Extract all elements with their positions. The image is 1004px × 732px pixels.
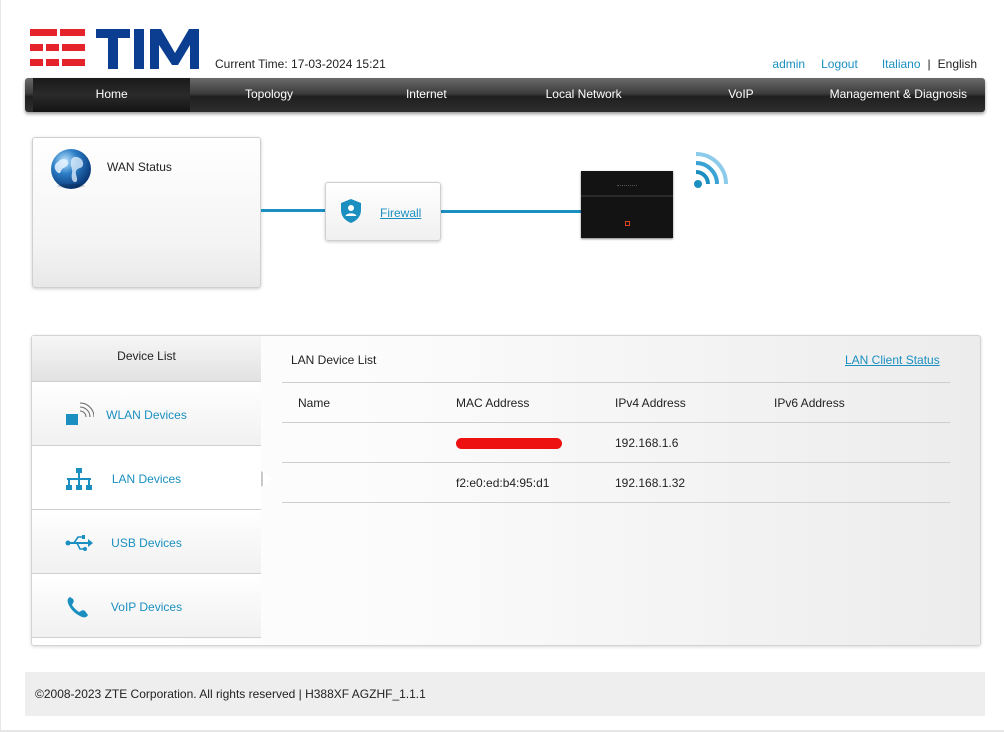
language-italiano-link[interactable]: Italiano: [882, 57, 921, 71]
nav-topology[interactable]: Topology: [190, 78, 347, 112]
current-time: Current Time: 17-03-2024 15:21: [215, 57, 386, 71]
column-header-name: Name: [282, 382, 440, 423]
connection-line: [441, 210, 581, 213]
lan-device-table: Name MAC Address IPv4 Address IPv6 Addre…: [282, 382, 950, 503]
sidebar-item-label: LAN Devices: [111, 472, 182, 486]
lan-device-list-title: LAN Device List: [291, 353, 377, 367]
cell-ipv6: [758, 422, 950, 463]
nav-voip[interactable]: VoIP: [662, 78, 819, 112]
router-leds: [617, 185, 637, 188]
cell-name: [282, 422, 440, 463]
table-header-row: Name MAC Address IPv4 Address IPv6 Addre…: [282, 382, 950, 423]
firewall-box[interactable]: Firewall: [325, 182, 441, 241]
footer: ©2008-2023 ZTE Corporation. All rights r…: [25, 672, 985, 716]
column-header-ipv6: IPv6 Address: [758, 382, 950, 423]
wan-status-label: WAN Status: [107, 160, 172, 174]
cell-name: [282, 462, 440, 503]
cell-ipv4: 192.168.1.32: [599, 462, 758, 503]
shield-icon: [341, 199, 361, 223]
firewall-link[interactable]: Firewall: [380, 206, 421, 220]
connection-line: [261, 209, 325, 212]
table-row: 192.168.1.6: [282, 422, 950, 463]
wifi-icon: [694, 152, 728, 188]
nav-internet[interactable]: Internet: [348, 78, 505, 112]
nav-management-diagnosis[interactable]: Management & Diagnosis: [820, 78, 977, 112]
sidebar-item-voip-devices[interactable]: VoIP Devices: [32, 574, 261, 638]
page-left-border: [0, 0, 1, 732]
nav-local-network[interactable]: Local Network: [505, 78, 662, 112]
wan-status-box[interactable]: WAN Status: [32, 137, 261, 288]
nav-home[interactable]: Home: [33, 78, 191, 112]
language-english-current[interactable]: English: [938, 57, 977, 71]
globe-icon: [51, 149, 91, 189]
cell-ipv4: 192.168.1.6: [599, 422, 758, 463]
cell-mac: f2:e0:ed:b4:95:d1: [440, 462, 599, 503]
sidebar-item-wlan-devices[interactable]: WLAN Devices: [32, 382, 261, 446]
device-list-panel: Device List WLAN Devices LAN Devices USB…: [31, 335, 981, 646]
language-separator: |: [927, 57, 931, 71]
tim-logo: [30, 29, 199, 69]
router-divider: [581, 195, 673, 197]
sidebar-item-label: VoIP Devices: [110, 600, 183, 614]
sidebar-item-usb-devices[interactable]: USB Devices: [32, 510, 261, 574]
sidebar-item-label: USB Devices: [111, 536, 182, 550]
column-header-ipv4: IPv4 Address: [599, 382, 758, 423]
table-row: f2:e0:ed:b4:95:d1 192.168.1.32: [282, 462, 950, 503]
device-list-sidebar: Device List WLAN Devices LAN Devices USB…: [32, 336, 273, 645]
footer-copyright: ©2008-2023 ZTE Corporation. All rights r…: [35, 687, 426, 701]
sidebar-item-lan-devices[interactable]: LAN Devices: [32, 446, 273, 510]
lan-device-list-content: LAN Device List LAN Client Status Name M…: [261, 336, 981, 645]
redaction-mark: [456, 437, 562, 449]
top-links: admin Logout Italiano | English: [772, 57, 977, 71]
lan-client-status-link[interactable]: LAN Client Status: [845, 353, 940, 367]
main-nav: Home Topology Internet Local Network VoI…: [25, 78, 985, 112]
cell-mac: [440, 422, 599, 463]
column-header-mac: MAC Address: [440, 382, 599, 423]
router-red-led: [625, 221, 630, 226]
logout-link[interactable]: Logout: [821, 57, 858, 71]
device-list-title: Device List: [32, 336, 261, 382]
admin-link[interactable]: admin: [772, 57, 805, 71]
sidebar-item-label: WLAN Devices: [106, 408, 187, 422]
cell-ipv6: [758, 462, 950, 503]
router-image: [581, 171, 673, 238]
